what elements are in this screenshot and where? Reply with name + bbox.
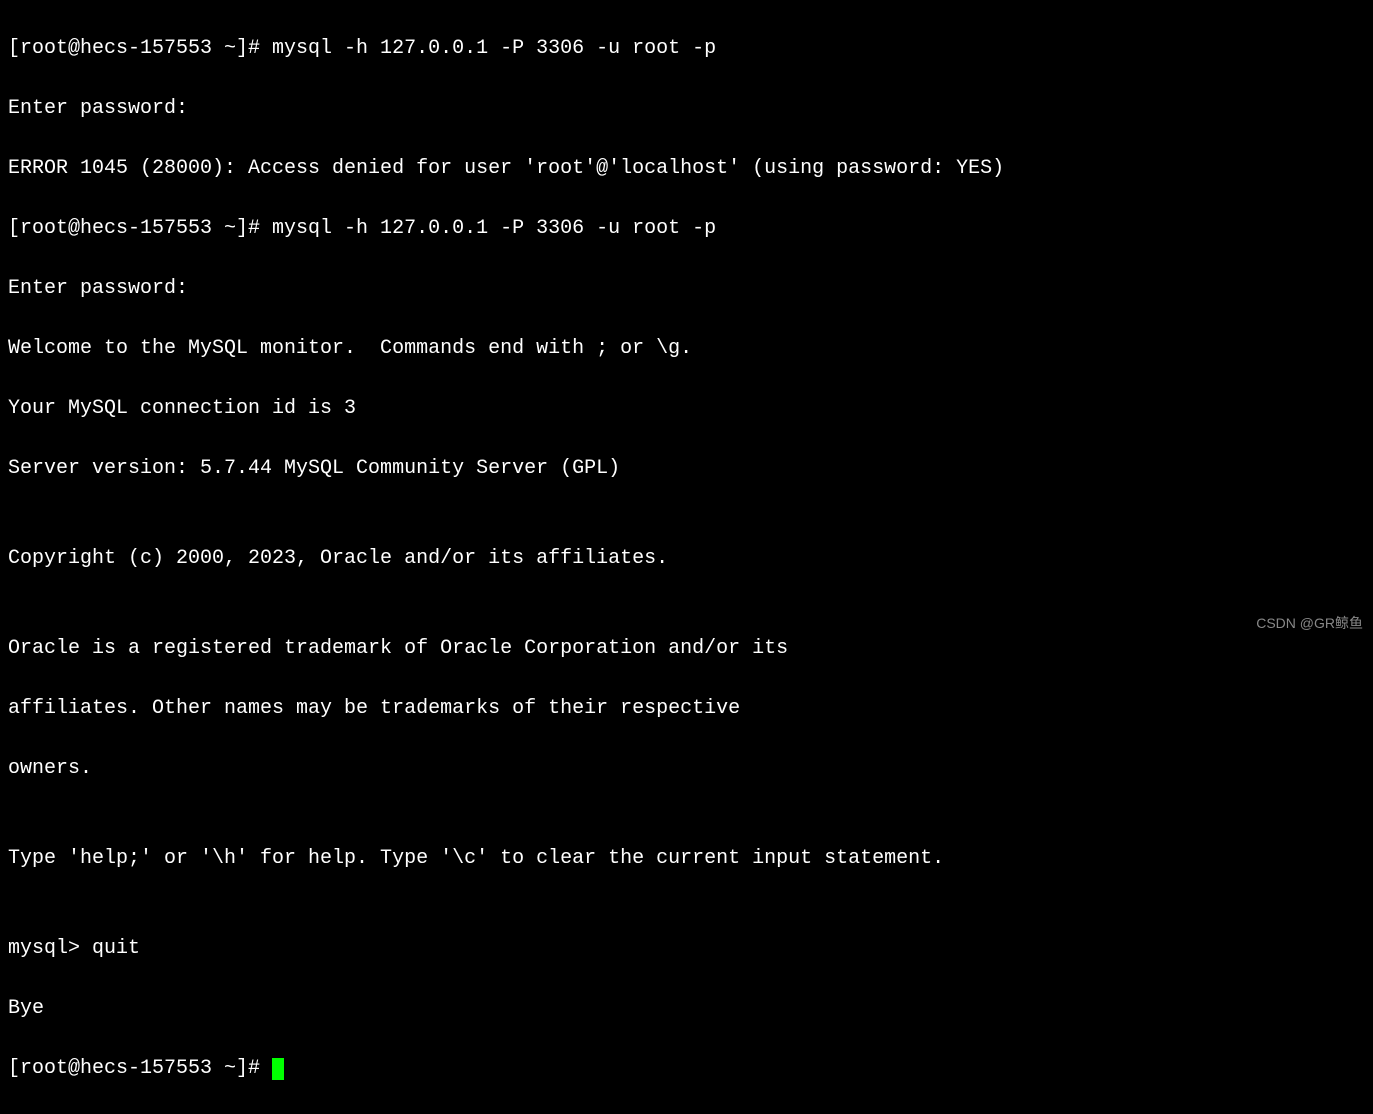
terminal-line: mysql> quit <box>8 934 1365 964</box>
terminal-line: Oracle is a registered trademark of Orac… <box>8 634 1365 664</box>
terminal-line: Bye <box>8 994 1365 1024</box>
terminal-line: [root@hecs-157553 ~]# mysql -h 127.0.0.1… <box>8 214 1365 244</box>
terminal-line: Enter password: <box>8 274 1365 304</box>
terminal-line: affiliates. Other names may be trademark… <box>8 694 1365 724</box>
cursor-icon <box>272 1058 284 1080</box>
terminal-line: [root@hecs-157553 ~]# mysql -h 127.0.0.1… <box>8 34 1365 64</box>
terminal-line: Enter password: <box>8 94 1365 124</box>
watermark-label: CSDN @GR鲸鱼 <box>1256 613 1363 634</box>
terminal-line: Copyright (c) 2000, 2023, Oracle and/or … <box>8 544 1365 574</box>
terminal-line: Your MySQL connection id is 3 <box>8 394 1365 424</box>
terminal-prompt-line[interactable]: [root@hecs-157553 ~]# <box>8 1054 1365 1084</box>
terminal-line: owners. <box>8 754 1365 784</box>
shell-prompt: [root@hecs-157553 ~]# <box>8 1057 272 1080</box>
terminal-line: Type 'help;' or '\h' for help. Type '\c'… <box>8 844 1365 874</box>
terminal-line: ERROR 1045 (28000): Access denied for us… <box>8 154 1365 184</box>
terminal-line: Server version: 5.7.44 MySQL Community S… <box>8 454 1365 484</box>
terminal-line: Welcome to the MySQL monitor. Commands e… <box>8 334 1365 364</box>
terminal-output[interactable]: [root@hecs-157553 ~]# mysql -h 127.0.0.1… <box>8 4 1365 1114</box>
